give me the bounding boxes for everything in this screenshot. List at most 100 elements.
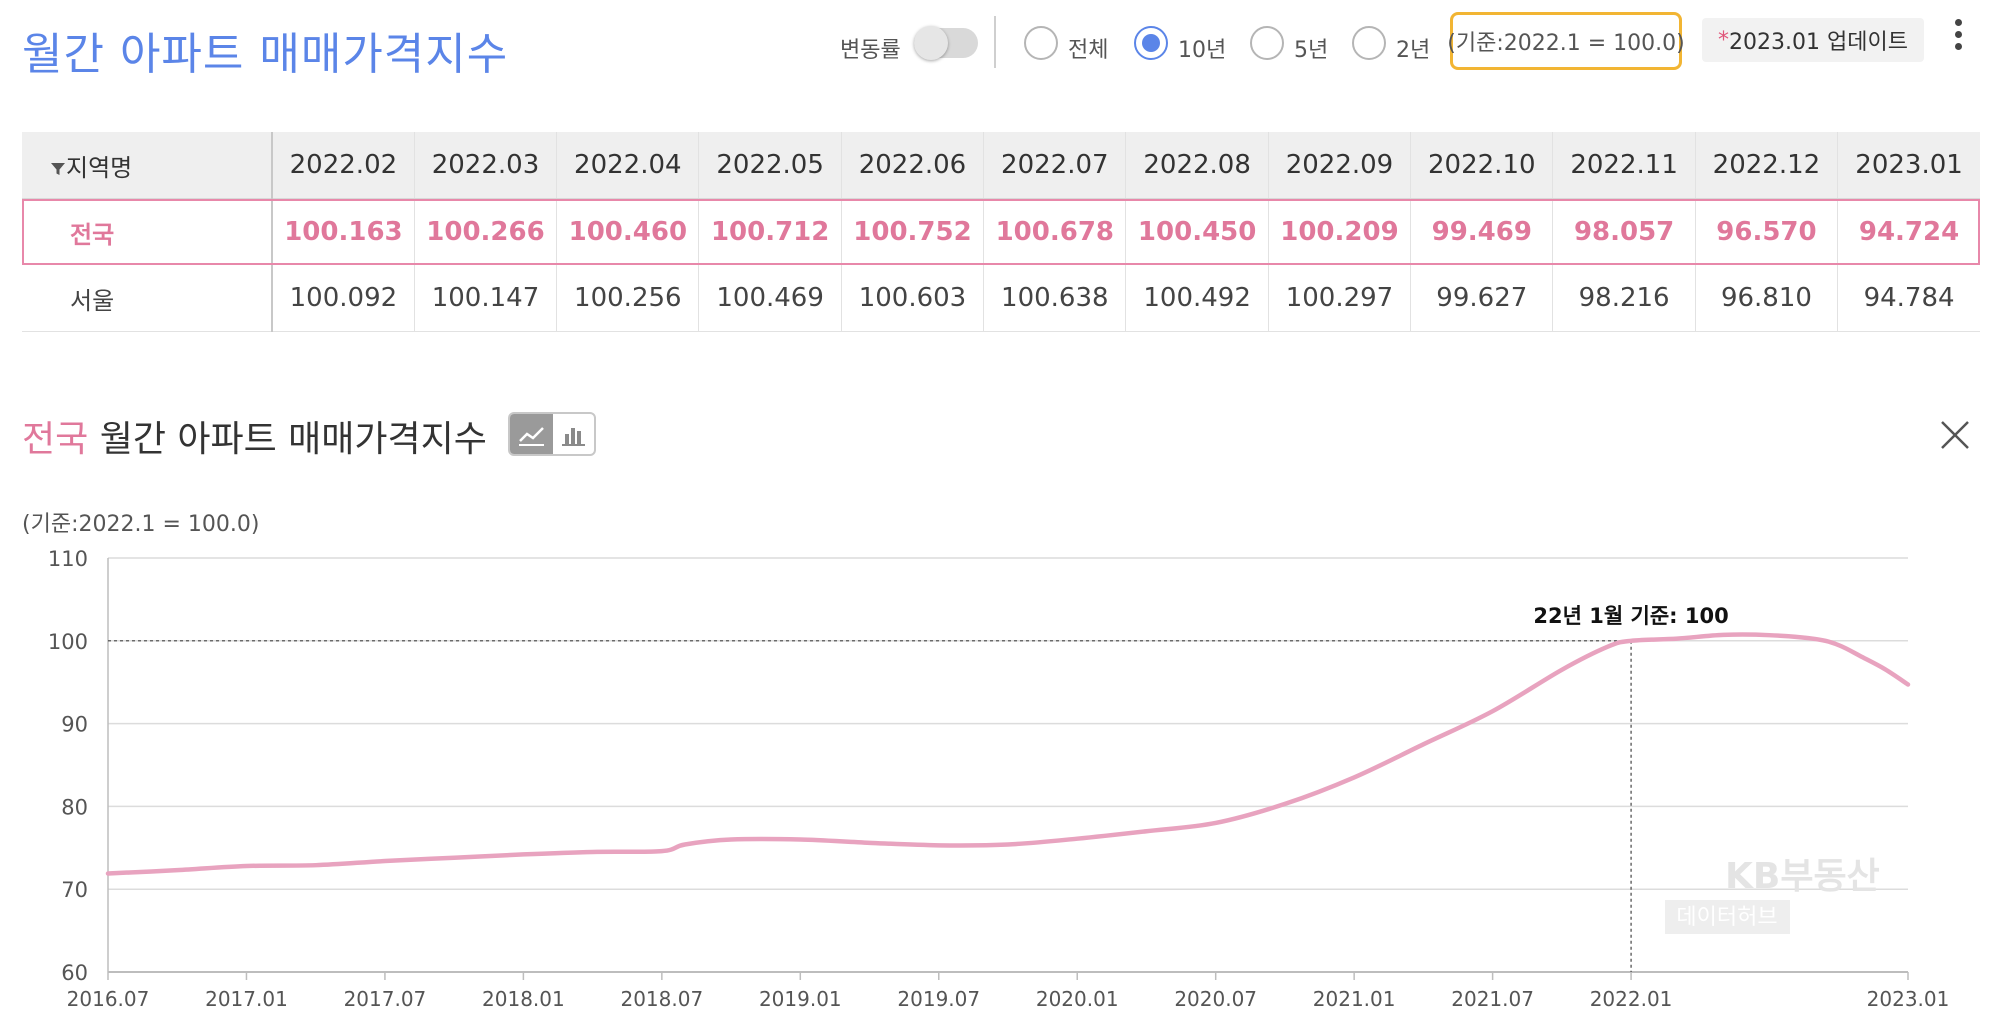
table-header-row: 지역명 2022.02 2022.03 2022.04 2022.05 2022…: [22, 132, 1980, 199]
x-tick-label: 2021.01: [1313, 987, 1396, 1011]
value-cell: 100.256: [556, 265, 700, 332]
x-tick-label: 2021.07: [1451, 987, 1534, 1011]
more-menu-icon[interactable]: [1955, 14, 1962, 55]
line-chart-icon: [519, 427, 544, 446]
value-cell: 94.784: [1837, 265, 1980, 332]
radio-2y-label[interactable]: 2년: [1396, 32, 1430, 64]
value-cell: 100.147: [414, 265, 558, 332]
region-header[interactable]: 지역명: [22, 132, 273, 199]
chart-type-switch: [508, 412, 596, 456]
table-row-national[interactable]: 전국 100.163 100.266 100.460 100.712 100.7…: [22, 198, 1980, 265]
column-header: 2022.05: [698, 132, 842, 199]
column-header: 2022.03: [414, 132, 558, 199]
chart-base-note: (기준:2022.1 = 100.0): [22, 512, 260, 537]
x-tick-label: 2019.07: [897, 987, 980, 1011]
radio-all-label[interactable]: 전체: [1068, 32, 1108, 64]
x-tick-label: 2020.07: [1174, 987, 1257, 1011]
watermark: KB부동산 데이터허브: [1665, 856, 1880, 934]
column-header: 2022.10: [1410, 132, 1554, 199]
x-tick-label: 2016.07: [67, 987, 150, 1011]
update-label: 2023.01 업데이트: [1729, 30, 1908, 55]
line-chart-option[interactable]: [510, 414, 553, 454]
rate-toggle[interactable]: [914, 26, 978, 60]
value-cell: 100.492: [1125, 265, 1269, 332]
column-header: 2022.12: [1695, 132, 1839, 199]
watermark-logo: KB부동산: [1725, 856, 1880, 897]
column-header: 2022.04: [556, 132, 700, 199]
price-index-table: 지역명 2022.02 2022.03 2022.04 2022.05 2022…: [22, 132, 1980, 332]
x-tick-label: 2018.07: [620, 987, 703, 1011]
radio-5y-label[interactable]: 5년: [1294, 32, 1328, 64]
y-tick-label: 70: [61, 878, 88, 902]
value-cell: 100.469: [698, 265, 842, 332]
update-star: *: [1718, 27, 1730, 53]
bar-chart-icon: [562, 428, 585, 446]
column-header: 2022.02: [272, 132, 415, 199]
chart-title-rest: 월간 아파트 매매가격지수: [88, 419, 487, 460]
y-tick-label: 80: [61, 795, 88, 819]
value-cell: 96.810: [1695, 265, 1839, 332]
column-header: 2022.06: [841, 132, 985, 199]
radio-10y-label[interactable]: 10년: [1178, 32, 1226, 64]
value-cell: 94.724: [1858, 217, 1960, 247]
y-axis-labels: 60 70 80 90 100 110: [48, 547, 88, 985]
radio-2y[interactable]: [1352, 26, 1386, 60]
price-index-line-chart: KB부동산 데이터허브 60 70 80 90 100 110 2016.07 2017.0…: [48, 547, 1950, 1011]
radio-10y[interactable]: [1134, 26, 1168, 60]
radio-5y[interactable]: [1250, 26, 1284, 60]
series-line-national: [105, 632, 1911, 876]
value-cell: 99.469: [1410, 198, 1554, 265]
value-cell: 98.216: [1552, 265, 1696, 332]
table-row-seoul[interactable]: 서울 100.092 100.147 100.256 100.469 100.6…: [22, 265, 1980, 332]
region-cell: 전국: [22, 198, 273, 265]
value-cell: 100.752: [841, 198, 985, 265]
radio-all[interactable]: [1024, 26, 1058, 60]
value-cell: 100.297: [1268, 265, 1412, 332]
close-icon[interactable]: [1938, 418, 1972, 452]
series-group: [105, 632, 1911, 876]
value-cell: 99.627: [1410, 265, 1554, 332]
value-cell: 100.603: [841, 265, 985, 332]
filter-icon: [51, 162, 65, 175]
x-axis-labels: 2016.07 2017.01 2017.07 2018.01 2018.07 2019.…: [67, 987, 1950, 1011]
value-cell: 100.266: [414, 198, 558, 265]
value-cell: 100.712: [698, 198, 842, 265]
chart-title: 전국 월간 아파트 매매가격지수: [22, 410, 487, 462]
y-tick-label: 60: [61, 961, 88, 985]
value-cell: 100.163: [272, 198, 415, 265]
column-header: 2023.01: [1837, 132, 1980, 199]
y-tick-label: 100: [48, 630, 88, 654]
update-button[interactable]: * 2023.01 업데이트: [1702, 18, 1924, 62]
value-cell: 100.092: [272, 265, 415, 332]
value-cell: 98.057: [1552, 198, 1696, 265]
x-tick-label: 2023.01: [1867, 987, 1950, 1011]
rate-toggle-label: 변동률: [840, 38, 901, 63]
value-cell: 100.678: [983, 198, 1127, 265]
region-header-label: 지역명: [66, 153, 133, 182]
x-tick-label: 2019.01: [759, 987, 842, 1011]
column-header: 2022.09: [1268, 132, 1412, 199]
page-title: 월간 아파트 매매가격지수: [22, 29, 509, 80]
value-cell: 100.209: [1268, 198, 1412, 265]
x-tick-label: 2020.01: [1036, 987, 1119, 1011]
chart-title-region: 전국: [22, 419, 89, 460]
bar-chart-option[interactable]: [553, 414, 594, 454]
value-cell: 100.460: [556, 198, 700, 265]
x-tick-label: 2022.01: [1590, 987, 1673, 1011]
value-cell: 96.570: [1695, 198, 1839, 265]
divider: [994, 16, 996, 68]
value-cell: 100.450: [1125, 198, 1269, 265]
reference-annotation: 22년 1월 기준: 100: [1533, 604, 1728, 628]
column-header: 2022.07: [983, 132, 1127, 199]
x-tick-label: 2018.01: [482, 987, 565, 1011]
y-tick-label: 90: [61, 713, 88, 737]
value-cell: 100.638: [983, 265, 1127, 332]
column-header: 2022.11: [1552, 132, 1696, 199]
watermark-sub: 데이터허브: [1676, 905, 1777, 930]
base-note-box: (기준:2022.1 = 100.0): [1447, 12, 1685, 70]
region-cell: 서울: [22, 265, 273, 332]
x-tick-label: 2017.01: [205, 987, 288, 1011]
y-tick-label: 110: [48, 547, 88, 571]
toggle-knob: [914, 26, 948, 60]
column-header: 2022.08: [1125, 132, 1269, 199]
